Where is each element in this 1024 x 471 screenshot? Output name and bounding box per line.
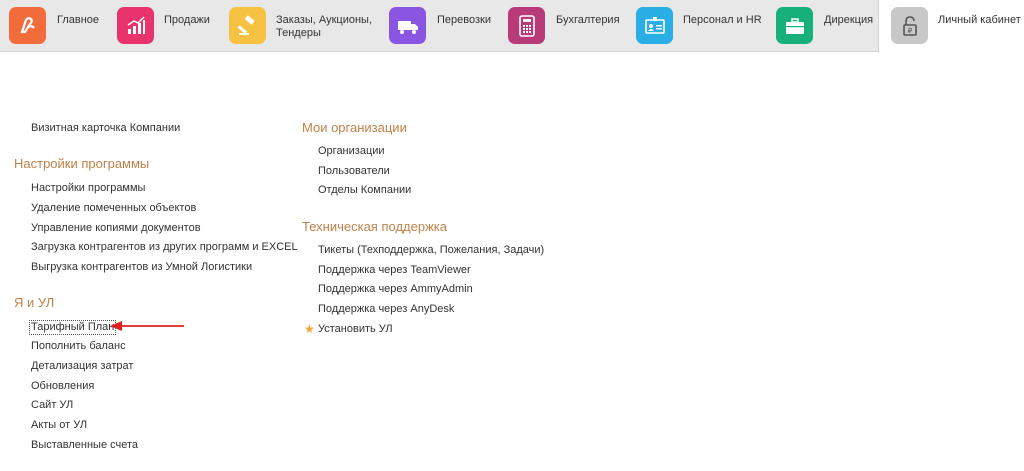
arrow-annotation-icon	[110, 321, 184, 331]
top-navigation-bar: Главное Продажи Заказы, Аукционы, Тендер…	[0, 0, 1024, 53]
link-company-card[interactable]: Визитная карточка Компании	[31, 122, 180, 135]
calculator-icon	[508, 7, 545, 44]
nav-label-hr: Персонал и HR	[683, 14, 762, 26]
briefcase-icon	[776, 7, 813, 44]
link-site-ul[interactable]: Сайт УЛ	[31, 399, 73, 412]
link-anydesk[interactable]: Поддержка через AnyDesk	[318, 303, 454, 316]
link-acts-ul[interactable]: Акты от УЛ	[31, 419, 87, 432]
link-cost-details[interactable]: Детализация затрат	[31, 360, 133, 373]
chart-icon	[117, 7, 154, 44]
link-delete-marked[interactable]: Удаление помеченных объектов	[31, 202, 196, 215]
svg-text:₽: ₽	[907, 27, 912, 35]
link-updates[interactable]: Обновления	[31, 380, 94, 393]
group-title-support: Техническая поддержка	[302, 219, 447, 234]
nav-label-accounting: Бухгалтерия	[556, 14, 620, 26]
link-organizations[interactable]: Организации	[318, 145, 385, 158]
link-company-departments[interactable]: Отделы Компании	[318, 184, 411, 197]
link-ammyadmin[interactable]: Поддержка через AmmyAdmin	[318, 283, 473, 296]
link-top-up-balance[interactable]: Пополнить баланс	[31, 340, 126, 353]
link-install-ul[interactable]: Установить УЛ	[318, 323, 393, 336]
truck-icon	[389, 7, 426, 44]
nav-label-transport: Перевозки	[437, 14, 491, 26]
link-teamviewer[interactable]: Поддержка через TeamViewer	[318, 264, 471, 277]
group-title-orgs: Мои организации	[302, 120, 407, 135]
lock-icon: ₽	[891, 7, 928, 44]
nav-label-orders: Заказы, Аукционы, Тендеры	[276, 14, 372, 39]
group-title-settings: Настройки программы	[14, 156, 150, 171]
nav-section-account[interactable]: ₽ Личный кабинет	[878, 0, 1024, 53]
nav-label-sales: Продажи	[164, 14, 210, 26]
link-export-contractors[interactable]: Выгрузка контрагентов из Умной Логистики	[31, 261, 252, 274]
link-users[interactable]: Пользователи	[318, 165, 390, 178]
star-icon: ★	[304, 322, 315, 336]
gavel-icon	[229, 7, 266, 44]
link-issued-invoices[interactable]: Выставленные счета	[31, 439, 138, 452]
link-tickets[interactable]: Тикеты (Техподдержка, Пожелания, Задачи)	[318, 244, 544, 257]
group-title-ul: Я и УЛ	[14, 295, 55, 310]
main-content: Визитная карточка Компании Настройки про…	[0, 52, 1024, 471]
badge-icon	[636, 7, 673, 44]
link-document-copies[interactable]: Управление копиями документов	[31, 222, 201, 235]
nav-label-main: Главное	[57, 14, 100, 26]
nav-label-direction: Дирекция	[824, 14, 874, 26]
logo-icon	[9, 7, 46, 44]
nav-label-account: Личный кабинет	[938, 14, 1021, 26]
link-import-contractors[interactable]: Загрузка контрагентов из других программ…	[31, 241, 298, 254]
link-program-settings[interactable]: Настройки программы	[31, 182, 145, 195]
link-tariff-plan[interactable]: Тарифный План	[29, 320, 117, 335]
